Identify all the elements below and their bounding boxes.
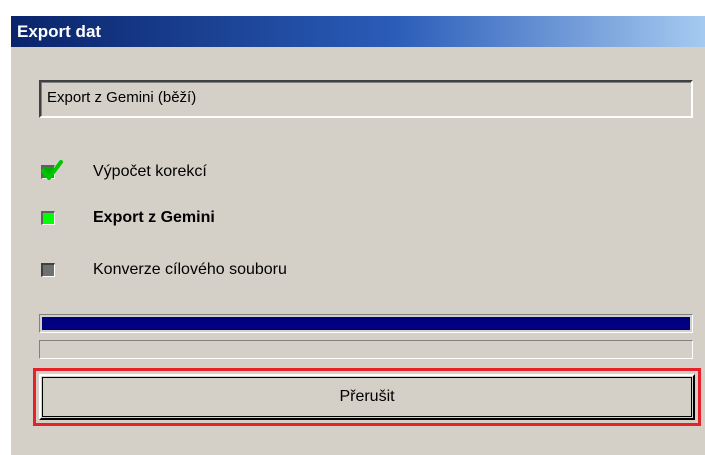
step-label: Výpočet korekcí (93, 163, 207, 180)
step-gemini-export: Export z Gemini (41, 206, 215, 230)
export-dialog: Export dat Export z Gemini (běží) Výpoče… (10, 16, 705, 455)
step-done-indicator (41, 160, 63, 180)
step-target-conversion: Konverze cílového souboru (41, 258, 287, 282)
overall-progress-bar (39, 314, 693, 333)
step-correction-calc: Výpočet korekcí (41, 160, 207, 184)
abort-button-highlight: Přerušit (33, 368, 701, 426)
active-step-icon (41, 211, 55, 225)
step-label: Export z Gemini (93, 209, 215, 226)
overall-progress-fill (42, 317, 690, 330)
checkmark-icon (41, 160, 63, 180)
step-progress-bar (39, 340, 693, 359)
step-label: Konverze cílového souboru (93, 261, 287, 278)
pending-step-icon (41, 263, 55, 277)
status-field: Export z Gemini (běží) (39, 80, 693, 118)
window-title: Export dat (11, 16, 705, 47)
abort-button[interactable]: Přerušit (39, 374, 695, 420)
